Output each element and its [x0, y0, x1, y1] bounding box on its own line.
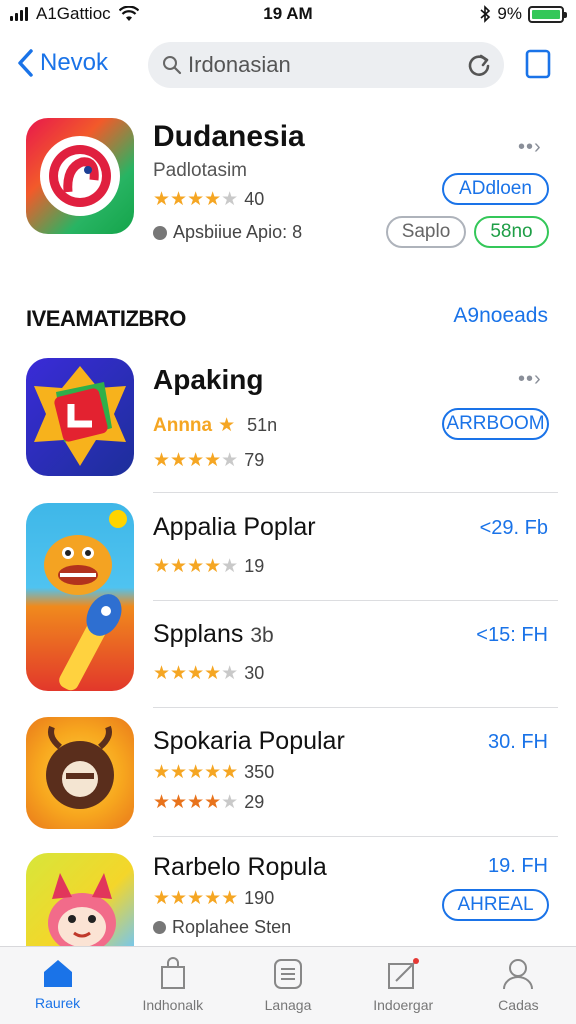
section-title: IVEAMATIZBRO — [26, 306, 186, 331]
more-icon[interactable]: ••› — [518, 136, 542, 159]
featured-app-icon[interactable] — [26, 118, 134, 234]
rating-stars-icon: ★★★★★ — [153, 189, 239, 210]
rating-stars-icon: ★★★★★ — [153, 792, 239, 813]
rating-count: 19 — [244, 556, 265, 576]
rating-count: 29 — [244, 792, 265, 812]
featured-get-button[interactable]: ADdloen — [442, 173, 549, 205]
more-icon[interactable]: ••› — [518, 368, 542, 391]
price-button[interactable]: <15: FH — [476, 624, 548, 647]
price-button[interactable]: 30. FH — [488, 731, 548, 754]
tab-bar: Raurek Indhonalk Lanaga Indoergar Cadas — [0, 946, 576, 1024]
rating-count: 30 — [244, 663, 265, 683]
featured-meta: Apsbiiue Apio: 8 — [153, 222, 302, 243]
bluetooth-icon — [480, 5, 491, 23]
price-button[interactable]: 19. FH — [488, 855, 548, 878]
status-right: 9% — [479, 4, 567, 24]
battery-percent: 9% — [497, 4, 522, 23]
app-meta: Roplahee Sten — [153, 917, 291, 938]
nav-bar: Nevok — [0, 40, 576, 90]
tab-label: Lanaga — [264, 997, 312, 1013]
edit-icon — [388, 958, 420, 989]
tab-label: Indoergar — [373, 997, 434, 1013]
app-name: Spplans — [153, 620, 244, 648]
section-see-all-link[interactable]: A9noeads — [453, 304, 548, 328]
chevron-left-icon — [18, 49, 33, 77]
rating-count: 79 — [244, 450, 265, 470]
get-button[interactable]: AHREAL — [442, 889, 549, 921]
section-header: IVEAMATIZBRO A9noeads — [0, 304, 576, 334]
app-icon[interactable] — [26, 853, 134, 946]
list-item[interactable]: Spokaria Popular ★★★★★ 350 ★★★★★ 29 30. … — [0, 717, 576, 829]
tab-apps[interactable]: Lanaga — [230, 947, 345, 1024]
rating-label: Annna — [153, 414, 213, 436]
list-item[interactable]: Rarbelo Ropula ★★★★★ 190 Roplahee Sten 1… — [0, 853, 576, 946]
bag-icon — [160, 957, 185, 989]
app-meta-text: Roplahee Sten — [172, 917, 292, 937]
divider — [153, 492, 558, 493]
featured-rating: ★★★★★ 40 — [153, 188, 264, 211]
rating-stars-icon: ★★★★★ — [153, 556, 239, 577]
tab-updates[interactable]: Indoergar — [346, 947, 461, 1024]
back-label: Nevok — [40, 49, 109, 76]
list-item[interactable]: Appalia Poplar ★★★★★ 19 <29. Fb — [0, 503, 576, 598]
app-rating: ★★★★★ 30 — [153, 662, 264, 685]
app-icon[interactable] — [26, 717, 134, 829]
app-icon[interactable] — [26, 358, 134, 476]
divider — [153, 707, 558, 708]
rating-count: 190 — [244, 888, 275, 908]
search-icon — [163, 56, 182, 75]
divider — [153, 600, 558, 601]
featured-app[interactable]: Dudanesia Padlotasim ★★★★★ 40 Apsbiiue A… — [0, 118, 576, 268]
refresh-icon[interactable] — [466, 52, 492, 78]
tab-games[interactable]: Indhonalk — [115, 947, 230, 1024]
home-icon — [43, 960, 72, 987]
app-rating-secondary: ★★★★★ 79 — [153, 449, 264, 472]
rating-count: 350 — [244, 762, 275, 782]
tab-profile[interactable]: Cadas — [461, 947, 576, 1024]
app-name: Spokaria Popular — [153, 727, 345, 755]
app-name: Apaking — [153, 364, 264, 395]
rating-count: 51n — [247, 415, 278, 435]
list-icon — [274, 959, 302, 989]
featured-meta-text: Apsbiiue Apio: 8 — [173, 222, 303, 242]
app-rating: ★★★★★ 190 — [153, 887, 274, 910]
app-name: Appalia Poplar — [153, 513, 316, 541]
featured-app-title: Dudanesia — [153, 120, 305, 153]
battery-icon — [528, 5, 567, 23]
rating-stars-icon: ★★★★★ — [153, 663, 239, 684]
list-item[interactable]: Apaking Annna ★ 51n ★★★★★ 79 ••› ARRBOOM — [0, 358, 576, 488]
back-button[interactable]: Nevok — [16, 48, 108, 78]
star-icon: ★ — [218, 415, 236, 436]
search-input[interactable] — [188, 52, 458, 78]
tab-label: Indhonalk — [142, 997, 204, 1013]
app-rating-secondary: ★★★★★ 29 — [153, 791, 264, 814]
tab-today[interactable]: Raurek — [0, 947, 115, 1024]
app-name-suffix: 3b — [250, 624, 274, 647]
featured-green-button[interactable]: 58no — [474, 216, 549, 248]
person-icon — [503, 959, 534, 990]
rating-count: 40 — [244, 189, 265, 209]
app-rating: ★★★★★ 350 — [153, 761, 274, 784]
app-name-wrap: Spplans 3b — [153, 620, 274, 649]
app-rating: ★★★★★ 19 — [153, 555, 264, 578]
status-bar: A1Gattioc 19 AM 9% — [0, 0, 576, 30]
rating-stars-icon: ★★★★★ — [153, 762, 239, 783]
tabs-icon[interactable] — [524, 48, 552, 80]
tab-label: Cadas — [498, 997, 539, 1013]
tab-label: Raurek — [35, 995, 81, 1011]
divider — [153, 836, 558, 837]
get-button[interactable]: ARRBOOM — [442, 408, 549, 440]
search-bar[interactable] — [148, 42, 504, 88]
info-icon — [153, 921, 166, 934]
list-item[interactable]: Spplans 3b ★★★★★ 30 <15: FH — [0, 610, 576, 705]
rating-stars-icon: ★★★★★ — [153, 450, 239, 471]
price-button[interactable]: <29. Fb — [480, 517, 548, 540]
featured-sample-button[interactable]: Saplo — [386, 216, 466, 248]
app-name: Rarbelo Ropula — [153, 853, 327, 881]
rating-stars-icon: ★★★★★ — [153, 888, 239, 909]
app-rating: Annna ★ 51n — [153, 414, 277, 437]
info-icon — [153, 225, 167, 240]
featured-app-subtitle: Padlotasim — [153, 160, 247, 181]
